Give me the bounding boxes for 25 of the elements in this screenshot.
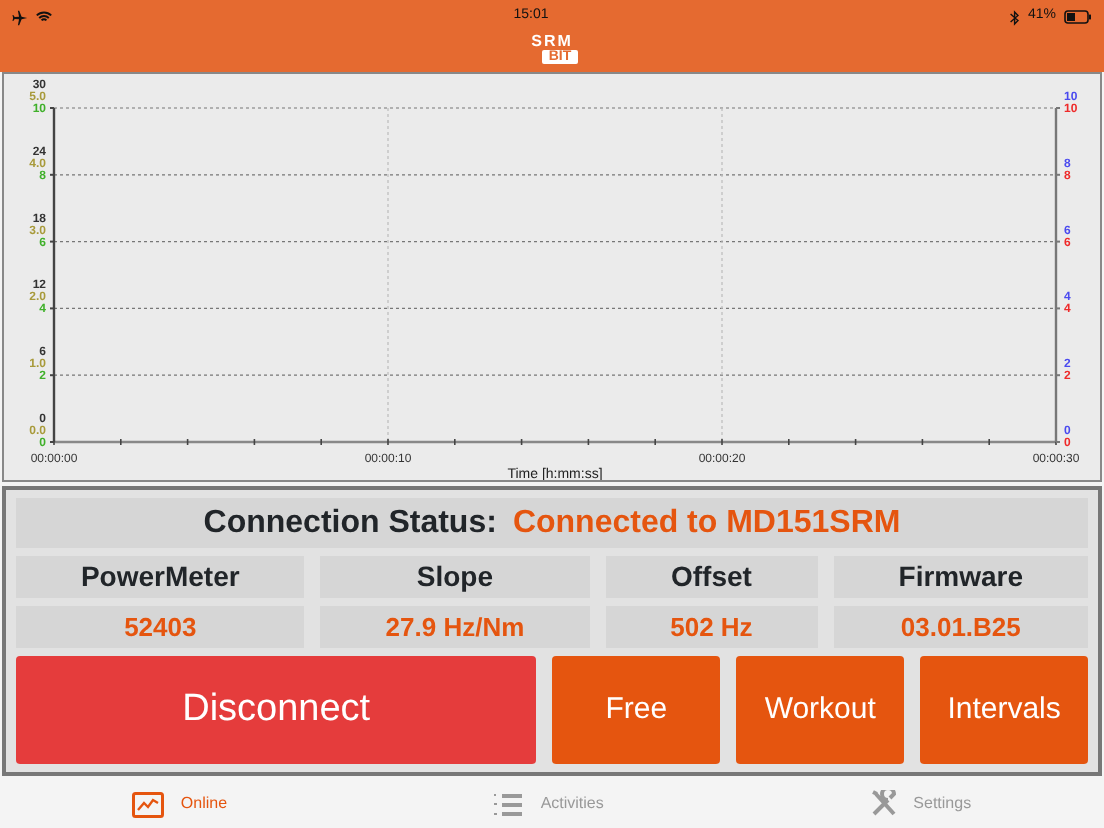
reading-value: 52403 [16,606,305,648]
numbered-list-icon [492,791,525,817]
reading-label: PowerMeter [16,556,305,598]
mode-button[interactable]: Free [552,656,721,764]
line-chart-icon [132,791,165,817]
airplane-icon [12,9,28,25]
reading-value: 27.9 Hz/Nm [320,606,590,648]
connection-value: Connected to MD151SRM [512,503,901,543]
connection-label: Connection Status: [203,503,497,543]
reading-label: Offset [605,556,818,598]
tab-bar-item[interactable]: Activities [492,791,604,817]
tab-bar-item[interactable]: Settings [869,790,972,818]
bluetooth-icon [1009,9,1020,25]
tab-bar-item[interactable]: Online [132,791,228,817]
reading-value: 03.01.B25 [833,606,1088,648]
disconnect-button[interactable]: Disconnect [16,656,537,764]
reading-value: 502 Hz [605,606,818,648]
tools-icon [869,790,898,818]
reading-label: Slope [320,556,590,598]
reading-label: Firmware [833,556,1088,598]
mode-button[interactable]: Workout [736,656,905,764]
battery-icon [1063,10,1092,24]
mode-button[interactable]: Intervals [920,656,1089,764]
wifi-icon [36,10,52,24]
logo-text: SRM [531,34,573,50]
